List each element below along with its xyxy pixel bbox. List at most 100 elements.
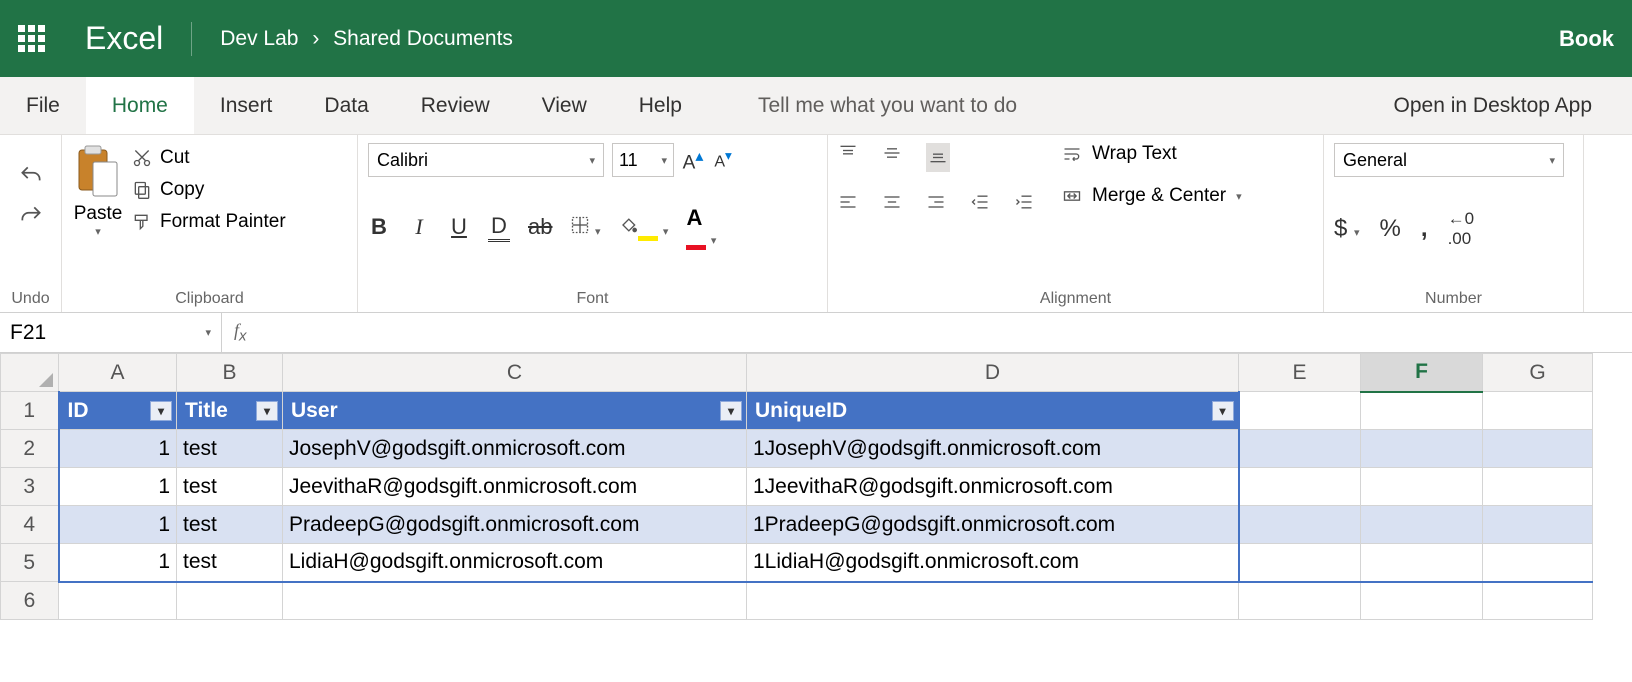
cell[interactable]: [1361, 430, 1483, 468]
col-header-A[interactable]: A: [59, 354, 177, 392]
cell[interactable]: 1JeevithaR@godsgift.onmicrosoft.com: [747, 468, 1239, 506]
open-in-desktop-button[interactable]: Open in Desktop App: [1394, 94, 1632, 118]
cell[interactable]: [1483, 430, 1593, 468]
cell[interactable]: [1483, 544, 1593, 582]
strikethrough-button[interactable]: ab: [528, 214, 552, 240]
align-left-icon[interactable]: [838, 192, 858, 212]
cell[interactable]: [1361, 544, 1483, 582]
cell[interactable]: [1483, 506, 1593, 544]
cell[interactable]: 1LidiaH@godsgift.onmicrosoft.com: [747, 544, 1239, 582]
tab-help[interactable]: Help: [613, 77, 708, 134]
font-size-select[interactable]: 11▾: [612, 143, 674, 177]
cell[interactable]: test: [177, 544, 283, 582]
align-bottom-icon[interactable]: [926, 143, 950, 172]
cell[interactable]: [59, 582, 177, 620]
cell[interactable]: [1239, 506, 1361, 544]
copy-button[interactable]: Copy: [132, 179, 286, 201]
cell[interactable]: JosephV@godsgift.onmicrosoft.com: [283, 430, 747, 468]
increase-decimal-button[interactable]: ←0.00: [1448, 209, 1474, 249]
col-header-E[interactable]: E: [1239, 354, 1361, 392]
decrease-font-button[interactable]: A▾: [712, 148, 734, 171]
tab-file[interactable]: File: [0, 77, 86, 134]
formula-input[interactable]: [259, 313, 1632, 352]
row-header[interactable]: 2: [1, 430, 59, 468]
table-header-title[interactable]: Title▾: [177, 392, 283, 430]
cell[interactable]: [283, 582, 747, 620]
cell[interactable]: 1: [59, 506, 177, 544]
cell[interactable]: [1361, 468, 1483, 506]
cell[interactable]: [1483, 582, 1593, 620]
cell[interactable]: 1: [59, 544, 177, 582]
paste-button[interactable]: Paste ▾: [72, 143, 124, 238]
tell-me-input[interactable]: Tell me what you want to do: [758, 94, 1017, 118]
borders-button[interactable]: ▾: [570, 215, 600, 240]
format-painter-button[interactable]: Format Painter: [132, 211, 286, 233]
row-header[interactable]: 4: [1, 506, 59, 544]
cell[interactable]: [1483, 392, 1593, 430]
align-right-icon[interactable]: [926, 192, 946, 212]
cell[interactable]: test: [177, 430, 283, 468]
row-header[interactable]: 3: [1, 468, 59, 506]
cell[interactable]: JeevithaR@godsgift.onmicrosoft.com: [283, 468, 747, 506]
grid[interactable]: A B C D E F G 1 ID▾ Title▾ User▾ UniqueI…: [0, 353, 1593, 620]
document-name[interactable]: Book: [1559, 26, 1614, 52]
tab-view[interactable]: View: [516, 77, 613, 134]
fill-color-button[interactable]: ▾: [618, 215, 668, 240]
cell[interactable]: [1483, 468, 1593, 506]
breadcrumb-parent[interactable]: Dev Lab: [220, 27, 298, 50]
currency-button[interactable]: $ ▾: [1334, 215, 1360, 243]
align-top-icon[interactable]: [838, 143, 858, 163]
cell[interactable]: [1361, 392, 1483, 430]
undo-icon[interactable]: [18, 163, 44, 189]
filter-dropdown-icon[interactable]: ▾: [256, 401, 278, 421]
number-format-select[interactable]: General▾: [1334, 143, 1564, 177]
col-header-B[interactable]: B: [177, 354, 283, 392]
tab-insert[interactable]: Insert: [194, 77, 299, 134]
filter-dropdown-icon[interactable]: ▾: [720, 401, 742, 421]
cell[interactable]: test: [177, 468, 283, 506]
table-header-id[interactable]: ID▾: [59, 392, 177, 430]
row-header[interactable]: 5: [1, 544, 59, 582]
table-header-uniqueid[interactable]: UniqueID▾: [747, 392, 1239, 430]
comma-button[interactable]: ,: [1421, 215, 1428, 243]
increase-font-button[interactable]: A▴: [682, 146, 704, 174]
row-header[interactable]: 1: [1, 392, 59, 430]
cell[interactable]: 1JosephV@godsgift.onmicrosoft.com: [747, 430, 1239, 468]
cell[interactable]: PradeepG@godsgift.onmicrosoft.com: [283, 506, 747, 544]
double-underline-button[interactable]: D: [488, 213, 510, 242]
decrease-indent-icon[interactable]: [970, 192, 990, 212]
italic-button[interactable]: I: [408, 214, 430, 240]
col-header-F[interactable]: F: [1361, 354, 1483, 392]
cell[interactable]: [1239, 582, 1361, 620]
bold-button[interactable]: B: [368, 214, 390, 240]
merge-center-button[interactable]: Merge & Center ▾: [1062, 185, 1242, 207]
tab-home[interactable]: Home: [86, 77, 194, 134]
align-center-icon[interactable]: [882, 192, 902, 212]
cell[interactable]: [177, 582, 283, 620]
cell[interactable]: [1361, 506, 1483, 544]
table-header-user[interactable]: User▾: [283, 392, 747, 430]
cell[interactable]: [1239, 430, 1361, 468]
cut-button[interactable]: Cut: [132, 147, 286, 169]
align-middle-icon[interactable]: [882, 143, 902, 163]
name-box[interactable]: F21▾: [0, 313, 222, 352]
cell[interactable]: 1: [59, 468, 177, 506]
col-header-D[interactable]: D: [747, 354, 1239, 392]
underline-button[interactable]: U: [448, 214, 470, 240]
select-all-corner[interactable]: [1, 354, 59, 392]
tab-data[interactable]: Data: [298, 77, 394, 134]
cell[interactable]: [747, 582, 1239, 620]
cell[interactable]: [1361, 582, 1483, 620]
col-header-C[interactable]: C: [283, 354, 747, 392]
cell[interactable]: [1239, 468, 1361, 506]
fx-icon[interactable]: fx: [222, 320, 259, 345]
col-header-G[interactable]: G: [1483, 354, 1593, 392]
cell[interactable]: LidiaH@godsgift.onmicrosoft.com: [283, 544, 747, 582]
cell[interactable]: 1: [59, 430, 177, 468]
cell[interactable]: 1PradeepG@godsgift.onmicrosoft.com: [747, 506, 1239, 544]
font-name-select[interactable]: Calibri▾: [368, 143, 604, 177]
breadcrumb-child[interactable]: Shared Documents: [333, 27, 513, 50]
app-launcher-icon[interactable]: [18, 25, 45, 52]
wrap-text-button[interactable]: Wrap Text: [1062, 143, 1242, 165]
filter-dropdown-icon[interactable]: ▾: [1212, 401, 1234, 421]
